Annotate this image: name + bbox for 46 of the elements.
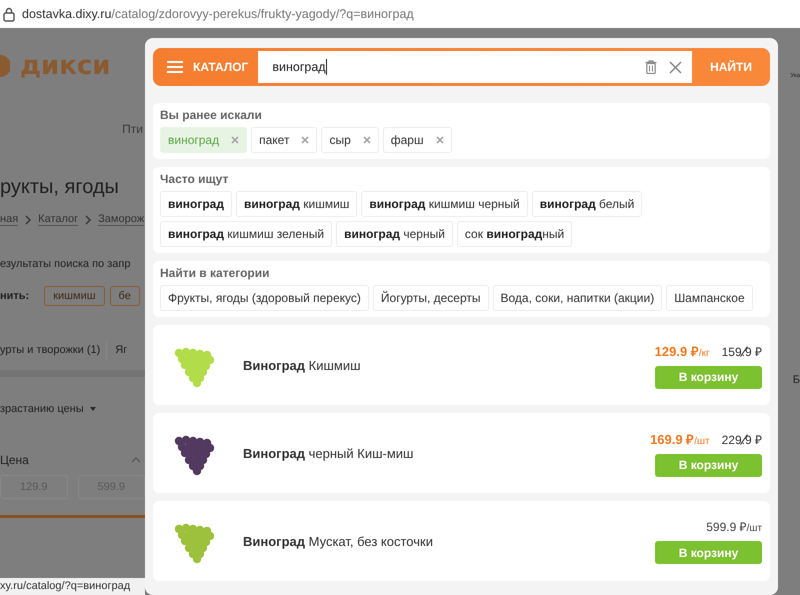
suggestion-chip[interactable]: виноград черный <box>336 221 453 247</box>
product-price: 129.9 ₽/кг <box>654 342 710 360</box>
suggestion-chip[interactable]: сок виноградный <box>456 221 572 247</box>
product-name[interactable]: Виноград черный Киш-миш <box>243 446 650 460</box>
category-chip[interactable]: Йогурты, десерты <box>372 285 489 311</box>
filter-title: Цена <box>0 453 29 467</box>
product-price: 599.9 ₽/шт <box>706 519 762 535</box>
category-chip[interactable]: урты и творожки (1) <box>0 340 100 360</box>
history-chip[interactable]: фарш <box>382 127 452 153</box>
close-icon[interactable] <box>669 60 682 74</box>
menu-icon <box>167 61 183 73</box>
chevron-up-icon <box>131 457 141 463</box>
caret-down-icon <box>90 407 96 411</box>
history-chip[interactable]: сыр <box>321 127 379 153</box>
search-field[interactable]: виноград <box>258 51 692 83</box>
category-chip[interactable]: Яг <box>106 340 128 360</box>
chevron-right-icon <box>84 214 92 224</box>
remove-icon[interactable] <box>362 136 371 144</box>
page-heading: рукты, ягоды <box>0 176 120 199</box>
category-chip[interactable]: Фрукты, ягоды (здоровый перекус) <box>160 285 369 311</box>
product-name[interactable]: Виноград Кишмиш <box>243 358 655 372</box>
remove-icon[interactable] <box>301 136 310 144</box>
suggestion-chip[interactable]: виноград кишмиш зеленый <box>160 221 332 247</box>
section-title: Вы ранее искали <box>160 108 263 122</box>
chevron-right-icon <box>24 214 32 224</box>
suggestion-chip[interactable]: виноград кишмиш <box>236 191 358 217</box>
trash-icon[interactable] <box>645 60 658 74</box>
category-chip[interactable]: Б <box>792 374 800 386</box>
status-url: xy.ru/catalog/?q=виноград <box>0 578 145 595</box>
section-title: Найти в категории <box>160 266 270 280</box>
history-chip[interactable]: пакет <box>251 127 318 153</box>
product-name[interactable]: Виноград Мускат, без косточки <box>243 534 655 548</box>
section-title: Часто ищут <box>160 172 230 186</box>
refine-label: нить: <box>0 290 30 302</box>
suggestion-chip[interactable]: виноград белый <box>532 191 642 217</box>
suggestion-chip[interactable]: виноград кишмиш черный <box>361 191 528 217</box>
product-price: 169.9 ₽/шт <box>650 430 710 448</box>
range-slider-track[interactable] <box>0 515 145 518</box>
category-chip[interactable]: Вода, соки, напитки (акции) <box>492 285 662 311</box>
sort-dropdown[interactable]: зрастанию цены <box>0 403 84 415</box>
remove-icon[interactable] <box>436 136 444 144</box>
category-chip[interactable]: Шампанское <box>666 285 753 311</box>
suggestion-chip[interactable]: виноград <box>160 191 232 217</box>
remove-icon[interactable] <box>231 136 240 144</box>
results-text: езультаты поиска по запр <box>0 258 132 270</box>
lock-icon <box>3 6 15 22</box>
